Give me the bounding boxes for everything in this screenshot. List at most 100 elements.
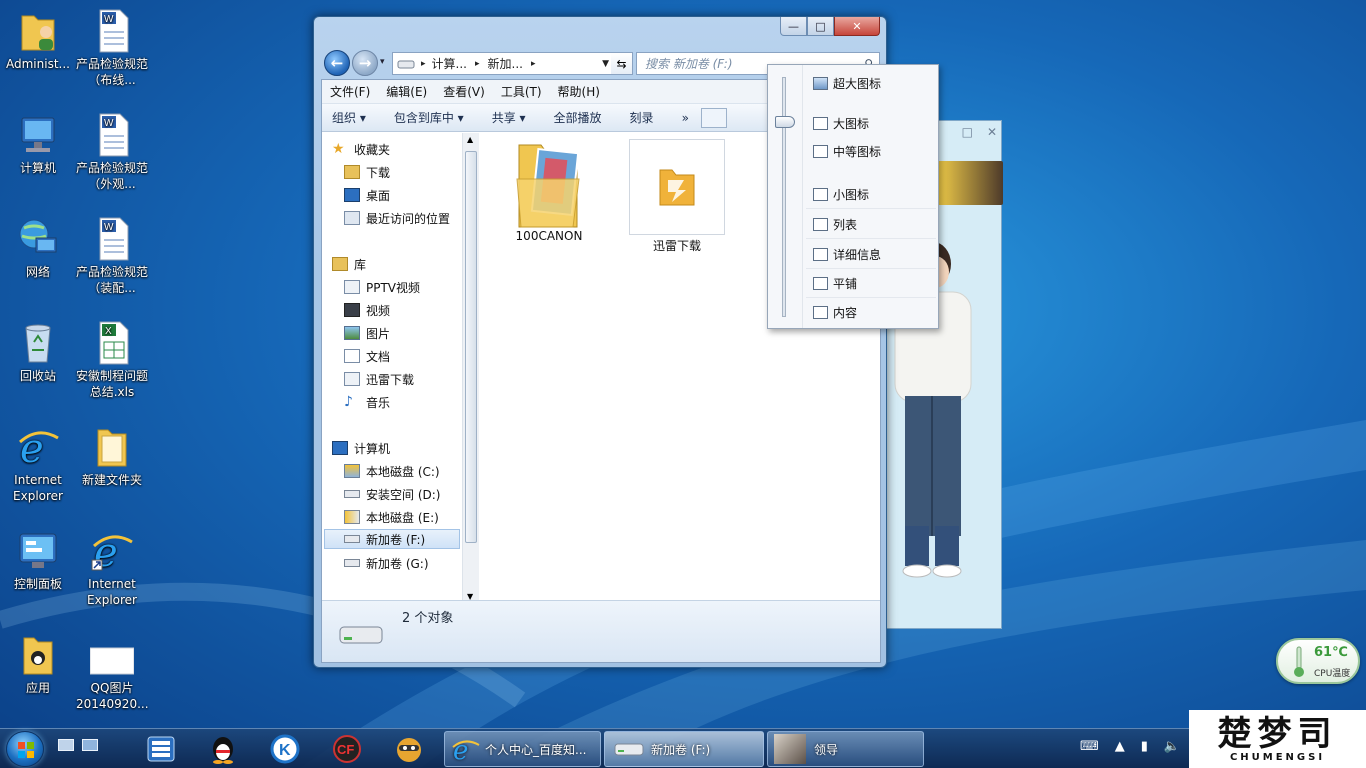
nav-item-recent-places[interactable]: 最近访问的位置 [344,208,450,228]
nav-item-drive-c[interactable]: 本地磁盘 (C:) [344,461,440,481]
start-button[interactable] [6,731,44,767]
history-dropdown-icon[interactable]: ▾ [380,57,385,67]
desktop-icon-internet-explorer-shortcut[interactable]: e Internet Explorer [76,528,148,608]
scroll-up-icon[interactable]: ▲ [467,135,473,144]
view-content[interactable]: 内容 [813,302,857,322]
nav-computer[interactable]: 计算机 [332,438,390,458]
breadcrumb-volume[interactable]: 新加... [488,55,523,72]
desktop-icon-apps[interactable]: 应用 [2,632,74,696]
more-commands-button[interactable]: » [682,111,689,125]
desktop-icon-network[interactable]: 网络 [2,216,74,280]
include-in-library-button[interactable]: 包含到库中 ▾ [394,109,464,126]
taskbar-task-explorer[interactable]: 新加卷 (F:) [604,731,764,767]
volume-icon[interactable]: 🔈 [1164,739,1180,754]
keyboard-icon[interactable]: ⌨ [1080,739,1099,754]
file-item-thunder-downloads[interactable]: 迅雷下载 [628,139,726,254]
desktop-icon [344,188,360,202]
desktop-icon-computer[interactable]: 计算机 [2,112,74,176]
view-extra-large-icons[interactable]: 超大图标 [813,73,881,93]
nav-item-drive-d[interactable]: 安装空间 (D:) [344,484,440,504]
desktop-icon-word-3[interactable]: W 产品检验规范（装配... [76,216,148,296]
taskbar-pin-game[interactable] [382,732,436,766]
quick-launch-switch-windows-icon[interactable] [82,739,98,751]
taskbar-task-lingdao[interactable]: 领导 [767,731,924,767]
nav-label: 桌面 [366,188,391,203]
view-options-button[interactable] [700,107,727,128]
photo-folder-icon [516,144,580,228]
nav-libraries[interactable]: 库 [332,254,366,274]
navigation-scrollbar[interactable]: ▲ ▼ [462,133,479,603]
nav-item-documents[interactable]: 文档 [344,346,390,366]
view-large-icons[interactable]: 大图标 [813,113,869,133]
cpu-temperature-value: 61℃ [1314,645,1348,660]
play-all-button[interactable]: 全部播放 [554,109,602,126]
view-list[interactable]: 列表 [813,214,857,234]
close-button[interactable]: ✕ [834,17,880,36]
view-size-slider[interactable] [782,77,786,317]
menu-edit[interactable]: 编辑(E) [386,83,427,100]
nav-item-drive-f[interactable]: 新加卷 (F:) [324,529,460,549]
tray-expand-icon[interactable]: ▲ [1115,739,1125,754]
menu-help[interactable]: 帮助(H) [558,83,600,100]
view-tiles[interactable]: 平铺 [813,273,857,293]
nav-item-drive-e[interactable]: 本地磁盘 (E:) [344,507,439,527]
desktop-icon-internet-explorer[interactable]: e Internet Explorer [2,424,74,504]
taskbar-task-baidu[interactable]: e 个人中心_百度知... [444,731,601,767]
file-item-100canon[interactable]: 100CANON [500,139,598,243]
menu-view[interactable]: 查看(V) [443,83,485,100]
nav-favorites[interactable]: ★ 收藏夹 [332,139,390,159]
maximize-button[interactable]: □ [807,17,834,36]
minimize-button[interactable]: — [780,17,807,36]
desktop-icon-word-1[interactable]: W 产品检验规范（布线... [76,8,148,88]
nav-label: 文档 [366,349,391,364]
taskbar-pin-k[interactable]: K [258,732,312,766]
scrollbar-thumb[interactable] [465,151,477,543]
desktop-icon-excel[interactable]: X 安徽制程问题总结.xls [76,320,148,400]
desktop-icon-new-folder[interactable]: 新建文件夹 [76,424,148,488]
refresh-button[interactable]: ⇆ [611,52,633,75]
breadcrumb-computer[interactable]: 计算... [432,55,467,72]
taskbar-pin-crossfire[interactable]: CF [320,732,374,766]
view-medium-icons[interactable]: 中等图标 [813,141,881,161]
desktop-icon-recycle-bin[interactable]: 回收站 [2,320,74,384]
nav-item-pptv[interactable]: PPTV视频 [344,277,420,297]
taskbar-pin-qq[interactable] [196,732,250,766]
medium-icons-icon [813,144,828,158]
svg-text:W: W [104,14,114,25]
network-tray-icon[interactable]: ▮ [1141,739,1148,754]
windows-logo-icon [18,742,34,758]
svg-text:X: X [105,326,112,337]
breadcrumb-separator-icon: ▸ [474,58,480,69]
view-menu[interactable]: 超大图标 大图标 中等图标 小图标 列表 详细信息 平铺 内容 [767,64,939,329]
nav-item-drive-g[interactable]: 新加卷 (G:) [344,553,429,573]
desktop-icon-word-2[interactable]: W 产品检验规范（外观... [76,112,148,192]
forward-button[interactable]: → [352,50,378,76]
menu-file[interactable]: 文件(F) [330,83,370,100]
maximize-icon[interactable]: □ [962,125,973,139]
burn-button[interactable]: 刻录 [630,109,654,126]
menu-tools[interactable]: 工具(T) [501,83,542,100]
address-dropdown-icon[interactable]: ▼ [602,59,609,69]
nav-item-pictures[interactable]: 图片 [344,323,390,343]
view-small-icons[interactable]: 小图标 [813,184,869,204]
large-icons-icon [813,116,828,130]
close-icon[interactable]: ✕ [987,125,997,139]
back-button[interactable]: ← [324,50,350,76]
cpu-temperature-gadget[interactable]: 61℃ CPU温度 [1276,638,1360,684]
organize-button[interactable]: 组织 ▾ [332,109,366,126]
tiles-icon [813,276,828,290]
share-button[interactable]: 共享 ▾ [492,109,526,126]
nav-item-downloads[interactable]: 下载 [344,162,390,182]
nav-item-desktop[interactable]: 桌面 [344,185,390,205]
desktop-icon-control-panel[interactable]: 控制面板 [2,528,74,592]
view-size-slider-thumb[interactable] [775,115,795,128]
quick-launch-show-desktop-icon[interactable] [58,739,74,751]
nav-item-music[interactable]: ♪ 音乐 [344,392,390,412]
desktop-icon-qq-image[interactable]: QQ图片20140920... [76,632,149,712]
nav-item-videos[interactable]: 视频 [344,300,390,320]
nav-item-thunder-downloads[interactable]: 迅雷下载 [344,369,414,389]
taskbar-pin-app[interactable] [134,732,188,766]
address-bar[interactable]: ▸ 计算... ▸ 新加... ▸ ▼ [392,52,632,75]
desktop-icon-administrator[interactable]: Administ... [2,8,74,72]
view-details[interactable]: 详细信息 [813,244,881,264]
